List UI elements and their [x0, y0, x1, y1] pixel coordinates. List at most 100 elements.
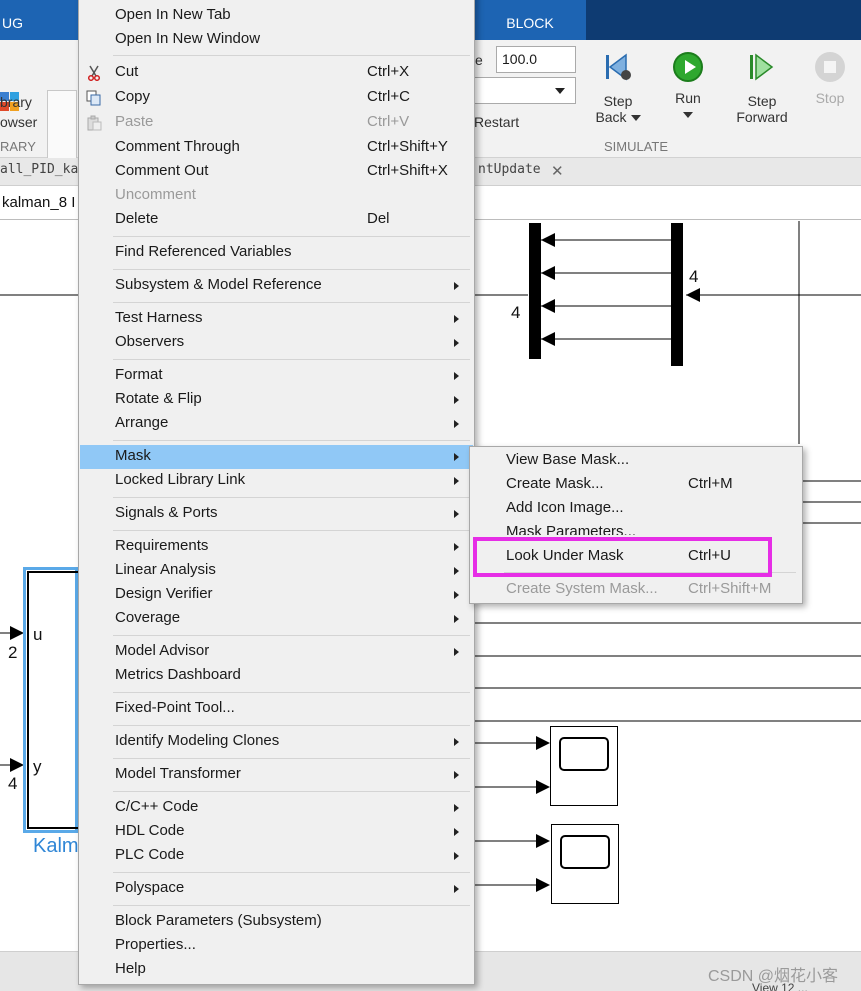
menu-item-mask[interactable]: Mask	[80, 445, 473, 469]
menu-item-open-new-window[interactable]: Open In New Window	[80, 28, 473, 52]
menu-item-label: Metrics Dashboard	[115, 666, 241, 683]
step-back-button[interactable]: Step Back	[595, 50, 641, 125]
doc-tab-right[interactable]: ntUpdate	[478, 162, 541, 177]
step-forward-icon	[750, 53, 774, 81]
menu-item-signals-ports[interactable]: Signals & Ports	[80, 502, 473, 526]
menu-item-requirements[interactable]: Requirements	[80, 535, 473, 559]
stop-label: Stop	[815, 90, 845, 106]
simulation-mode-dropdown[interactable]	[474, 77, 576, 104]
scope-block-2[interactable]	[551, 824, 619, 904]
paste-icon	[87, 115, 102, 131]
menu-item-comment-through[interactable]: Comment Through Ctrl+Shift+Y	[80, 136, 473, 160]
submenu-arrow-icon	[454, 804, 459, 812]
inport-number-4: 4	[8, 774, 18, 793]
menu-item-copy[interactable]: Copy Ctrl+C	[80, 86, 473, 110]
kalman-subsystem-block[interactable]	[23, 567, 78, 833]
context-menu: Open In New Tab Open In New Window Cut Ct…	[78, 0, 475, 985]
menu-item-format[interactable]: Format	[80, 364, 473, 388]
menu-item-label: Fixed-Point Tool...	[115, 699, 235, 716]
run-icon	[673, 52, 703, 82]
menu-item-label: Locked Library Link	[115, 471, 246, 488]
submenu-item-add-icon-image[interactable]: Add Icon Image...	[471, 497, 801, 521]
stop-time-input[interactable]: 100.0	[496, 46, 576, 73]
menu-item-subsystem-model-reference[interactable]: Subsystem & Model Reference	[80, 274, 473, 298]
submenu-arrow-icon	[454, 852, 459, 860]
run-button[interactable]: Run	[666, 52, 710, 122]
library-browser-label-2[interactable]: owser	[0, 114, 37, 130]
menu-item-paste[interactable]: Paste Ctrl+V	[80, 111, 473, 135]
menu-item-fixed-point-tool[interactable]: Fixed-Point Tool...	[80, 697, 473, 721]
submenu-item-mask-parameters[interactable]: Mask Parameters...	[471, 521, 801, 535]
menu-separator	[113, 236, 470, 237]
chevron-down-icon[interactable]	[630, 115, 641, 122]
menu-item-label: Comment Out	[115, 162, 209, 179]
menu-item-shortcut: Ctrl+M	[688, 475, 733, 492]
menu-item-locked-library-link[interactable]: Locked Library Link	[80, 469, 473, 493]
menu-item-uncomment[interactable]: Uncomment	[80, 184, 473, 208]
menu-item-label: Create System Mask...	[506, 580, 658, 597]
mux-port-count: 4	[511, 303, 521, 322]
library-browser-label-1[interactable]: brary	[0, 94, 32, 110]
menu-item-polyspace[interactable]: Polyspace	[80, 877, 473, 901]
tab-block[interactable]: BLOCK	[474, 0, 586, 40]
scope-block-1[interactable]	[550, 726, 618, 806]
menu-item-test-harness[interactable]: Test Harness	[80, 307, 473, 331]
menu-item-properties[interactable]: Properties...	[80, 934, 473, 958]
menu-item-rotate-flip[interactable]: Rotate & Flip	[80, 388, 473, 412]
close-icon[interactable]: ✕	[551, 162, 564, 180]
submenu-item-view-base-mask[interactable]: View Base Mask...	[471, 449, 801, 473]
menu-separator	[113, 725, 470, 726]
menu-item-comment-out[interactable]: Comment Out Ctrl+Shift+X	[80, 160, 473, 184]
menu-item-arrange[interactable]: Arrange	[80, 412, 473, 436]
menu-item-model-advisor[interactable]: Model Advisor	[80, 640, 473, 664]
menu-separator	[113, 692, 470, 693]
menu-item-plc-code[interactable]: PLC Code	[80, 844, 473, 868]
menu-item-label: View Base Mask...	[506, 451, 630, 468]
step-back-icon	[606, 53, 631, 81]
submenu-arrow-icon	[454, 648, 459, 656]
menu-item-shortcut: Ctrl+C	[367, 88, 410, 105]
step-back-label-2: Back	[595, 109, 627, 125]
menu-item-observers[interactable]: Observers	[80, 331, 473, 355]
library-section-label: RARY	[0, 139, 36, 154]
breadcrumb-model[interactable]: kalman_8 I	[2, 194, 75, 211]
submenu-arrow-icon	[454, 543, 459, 551]
stop-button[interactable]: Stop	[808, 52, 852, 106]
menu-item-cut[interactable]: Cut Ctrl+X	[80, 61, 473, 85]
fast-restart-button[interactable]: Restart	[474, 114, 519, 130]
menu-item-help[interactable]: Help	[80, 958, 473, 982]
demux-block	[671, 223, 683, 366]
menu-item-c-cpp-code[interactable]: C/C++ Code	[80, 796, 473, 820]
menu-item-label: Model Advisor	[115, 642, 210, 659]
doc-tab-left[interactable]: all_PID_ka	[0, 162, 78, 177]
menu-item-coverage[interactable]: Coverage	[80, 607, 473, 631]
menu-item-label: Cut	[115, 63, 139, 80]
menu-item-open-new-tab[interactable]: Open In New Tab	[80, 4, 473, 28]
menu-item-find-referenced-variables[interactable]: Find Referenced Variables	[80, 241, 473, 265]
menu-item-label: Mask Parameters...	[506, 523, 637, 535]
menu-item-identify-modeling-clones[interactable]: Identify Modeling Clones	[80, 730, 473, 754]
step-forward-button[interactable]: Step Forward	[734, 50, 790, 125]
menu-item-label: Observers	[115, 333, 185, 350]
menu-item-design-verifier[interactable]: Design Verifier	[80, 583, 473, 607]
step-back-label: Step	[603, 93, 633, 109]
menu-item-shortcut: Ctrl+Shift+Y	[367, 138, 448, 155]
menu-item-delete[interactable]: Delete Del	[80, 208, 473, 232]
chevron-down-icon[interactable]	[683, 112, 693, 119]
submenu-arrow-icon	[454, 567, 459, 575]
menu-separator	[113, 497, 470, 498]
menu-item-hdl-code[interactable]: HDL Code	[80, 820, 473, 844]
submenu-item-create-system-mask[interactable]: Create System Mask... Ctrl+Shift+M	[471, 578, 801, 602]
menu-item-model-transformer[interactable]: Model Transformer	[80, 763, 473, 787]
submenu-item-create-mask[interactable]: Create Mask... Ctrl+M	[471, 473, 801, 497]
menu-item-metrics-dashboard[interactable]: Metrics Dashboard	[80, 664, 473, 688]
menu-item-label: Find Referenced Variables	[115, 243, 292, 260]
menu-item-label: Comment Through	[115, 138, 240, 155]
menu-item-shortcut: Ctrl+X	[367, 63, 410, 80]
menu-item-block-parameters[interactable]: Block Parameters (Subsystem)	[80, 910, 473, 934]
menu-item-linear-analysis[interactable]: Linear Analysis	[80, 559, 473, 583]
tab-debug[interactable]: UG	[0, 0, 78, 40]
menu-item-label: Open In New Window	[115, 30, 261, 47]
menu-item-label: Model Transformer	[115, 765, 241, 782]
menu-item-label: Polyspace	[115, 879, 185, 896]
